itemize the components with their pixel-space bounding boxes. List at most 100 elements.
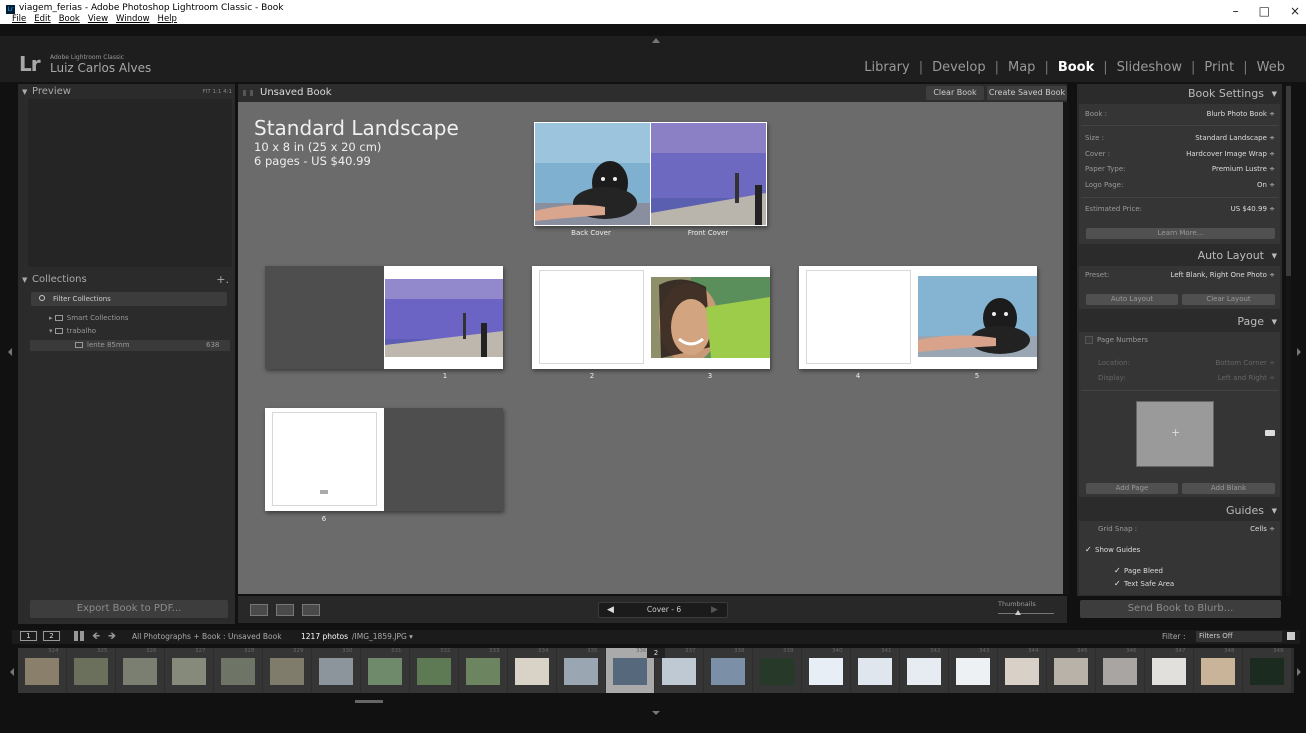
right-panel-scrollbar[interactable] [1286,84,1291,596]
bottom-panel-toggle-icon[interactable] [652,711,660,715]
filmstrip-thumbnail[interactable]: 339 [753,648,801,693]
module-book[interactable]: Book [1049,60,1103,75]
filmstrip-thumbnail[interactable]: 346 [1096,648,1144,693]
filmstrip-thumbnail[interactable]: 330 [312,648,360,693]
collection-item-smart[interactable]: ▸ Smart Collections [49,313,128,323]
filmstrip-right-arrow-icon[interactable] [1297,668,1301,676]
filmstrip-thumbnail[interactable]: 341 [851,648,899,693]
guides-header[interactable]: Guides ▼ [1077,502,1282,520]
main-window-button[interactable]: 1 [20,631,37,641]
right-panel-toggle-icon[interactable] [1297,348,1301,356]
filmstrip-thumbnail[interactable]: 332 [410,648,458,693]
book-size-row[interactable]: Size : Standard Landscape ÷ [1085,134,1275,142]
filmstrip-left-arrow-icon[interactable] [10,668,14,676]
close-button[interactable]: × [1290,4,1300,18]
show-guides-checkbox[interactable]: ✓ Show Guides [1085,545,1275,554]
back-arrow-icon[interactable]: 🡸 [92,629,100,646]
template-dropdown-icon[interactable] [1265,430,1275,436]
book-type-row[interactable]: Book : Blurb Photo Book ÷ [1085,110,1275,118]
spread-view-icon[interactable] [276,604,294,616]
paper-type-row[interactable]: Paper Type: Premium Lustre ÷ [1085,165,1275,173]
clear-book-button[interactable]: Clear Book [926,86,984,100]
collection-set-trabalho[interactable]: ▾ trabalho [49,326,96,336]
add-page-button[interactable]: Add Page [1086,483,1178,494]
forward-arrow-icon[interactable]: 🡺 [108,629,116,646]
spread-page-4-5[interactable] [799,266,1037,369]
filmstrip-thumbnail[interactable]: 331 [361,648,409,693]
collections-panel-header[interactable]: ▼ Collections +. [18,273,235,287]
book-cover-row[interactable]: Cover : Hardcover Image Wrap ÷ [1085,150,1275,158]
filmstrip-thumbnail[interactable]: 348 [1194,648,1242,693]
menu-edit[interactable]: Edit [34,14,50,24]
collection-item-lente[interactable] [30,340,230,351]
filter-dropdown[interactable]: Filters Off [1196,631,1282,642]
spread-page-1[interactable] [265,266,503,369]
grid-snap-row[interactable]: Grid Snap : Cells ÷ [1098,525,1275,533]
maximize-button[interactable]: □ [1259,4,1270,18]
page-template-preview[interactable]: + [1136,401,1214,467]
filmstrip-thumbnail[interactable]: 333 [459,648,507,693]
filmstrip-thumbnail[interactable]: 335 [557,648,605,693]
filmstrip-thumbnail[interactable]: 345 [1047,648,1095,693]
auto-layout-preset-row[interactable]: Preset: Left Blank, Right One Photo ÷ [1085,271,1275,279]
text-safe-area-checkbox[interactable]: ✓ Text Safe Area [1114,579,1304,588]
module-library[interactable]: Library [855,60,918,75]
filmstrip-thumbnail[interactable]: 347 [1145,648,1193,693]
grid-view-icon[interactable] [74,631,84,641]
create-saved-book-button[interactable]: Create Saved Book [987,86,1067,100]
spread-page-2-3[interactable] [532,266,770,369]
learn-more-button[interactable]: Learn More... [1086,228,1275,239]
menu-help[interactable]: Help [158,14,177,24]
filmstrip-thumbnail[interactable]: 327 [165,648,213,693]
auto-layout-button[interactable]: Auto Layout [1086,294,1178,305]
filter-lock-icon[interactable] [1287,632,1295,640]
multi-page-view-icon[interactable] [250,604,268,616]
page-panel-header[interactable]: Page ▼ [1077,313,1282,331]
preview-panel-header[interactable]: ▼ Preview FIT 1:1 4:1 [18,85,235,99]
preview-zoom-options[interactable]: FIT 1:1 4:1 [203,85,232,99]
menu-window[interactable]: Window [116,14,150,24]
selected-file-name[interactable]: /IMG_1859.JPG ▾ [352,632,413,641]
filmstrip-scrollbar[interactable] [355,700,383,703]
next-page-icon[interactable]: ▶ [711,603,718,617]
filmstrip-thumbnail[interactable]: 326 [116,648,164,693]
filmstrip-thumbnail[interactable]: 328 [214,648,262,693]
spread-page-6[interactable] [265,408,503,511]
minimize-button[interactable]: – [1233,4,1239,18]
module-map[interactable]: Map [999,60,1044,75]
module-print[interactable]: Print [1195,60,1243,75]
menu-file[interactable]: File [12,14,26,24]
filmstrip-thumbnail[interactable]: 342 [900,648,948,693]
module-develop[interactable]: Develop [923,60,995,75]
export-book-to-pdf-button[interactable]: Export Book to PDF... [30,600,228,618]
filmstrip-thumbnail[interactable]: 344 [998,648,1046,693]
filmstrip-source-path[interactable]: All Photographs + Book : Unsaved Book [132,632,282,641]
previous-page-icon[interactable]: ◀ [607,603,614,617]
filmstrip-thumbnail[interactable]: 340 [802,648,850,693]
filmstrip-thumbnail[interactable]: 329 [263,648,311,693]
left-panel-toggle-icon[interactable] [8,348,12,356]
page-numbers-checkbox[interactable]: Page Numbers [1085,336,1275,344]
thumbnails-slider-knob[interactable] [1015,610,1021,615]
page-bleed-checkbox[interactable]: ✓ Page Bleed [1114,566,1304,575]
logo-page-row[interactable]: Logo Page: On ÷ [1085,181,1275,189]
thumbnails-slider[interactable] [998,613,1054,614]
filter-collections-input[interactable]: Filter Collections [31,292,227,306]
menu-view[interactable]: View [88,14,108,24]
cover-spread[interactable] [534,122,767,226]
add-collection-icon[interactable]: +. [216,273,229,287]
auto-layout-header[interactable]: Auto Layout ▼ [1077,247,1282,265]
filmstrip-thumbnail[interactable]: 349 [1243,648,1291,693]
clear-layout-button[interactable]: Clear Layout [1182,294,1275,305]
top-panel-toggle-icon[interactable] [652,38,660,43]
single-page-view-icon[interactable] [302,604,320,616]
send-book-to-blurb-button[interactable]: Send Book to Blurb... [1080,600,1281,618]
second-window-button[interactable]: 2 [43,631,60,641]
book-settings-header[interactable]: Book Settings ▼ [1077,85,1282,103]
module-slideshow[interactable]: Slideshow [1108,60,1191,75]
filmstrip-thumbnail[interactable]: 338 [704,648,752,693]
menu-book[interactable]: Book [59,14,80,24]
filmstrip-thumbnail[interactable]: 343 [949,648,997,693]
add-blank-button[interactable]: Add Blank [1182,483,1275,494]
filmstrip-thumbnail[interactable]: 325 [67,648,115,693]
